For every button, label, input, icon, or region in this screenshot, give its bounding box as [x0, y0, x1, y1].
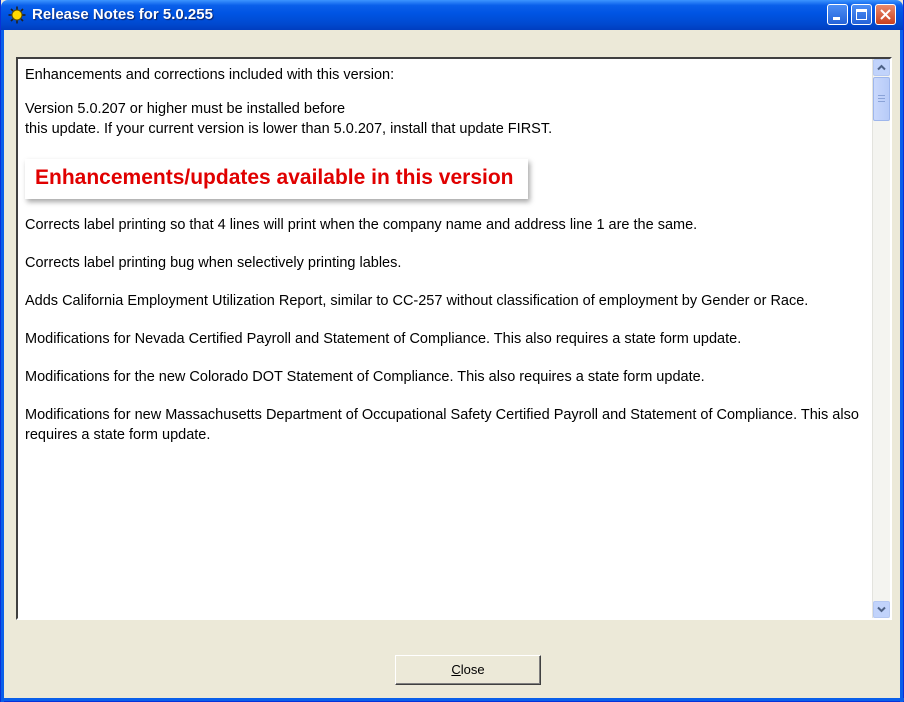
title-bar[interactable]: Release Notes for 5.0.255 — [1, 0, 903, 30]
release-notes-memo[interactable]: Enhancements and corrections included wi… — [16, 57, 892, 620]
requirement-line-1: Version 5.0.207 or higher must be instal… — [25, 101, 346, 117]
close-mnemonic: C — [451, 662, 461, 677]
note-item: Corrects label printing bug when selecti… — [25, 255, 402, 271]
notes-content: Enhancements and corrections included wi… — [25, 65, 865, 463]
scroll-down-button[interactable] — [873, 601, 890, 618]
enhancements-banner: Enhancements/updates available in this v… — [25, 159, 528, 199]
window-border-bottom — [1, 698, 904, 701]
note-item: Modifications for new Massachusetts Depa… — [25, 407, 859, 443]
memo-viewport: Enhancements and corrections included wi… — [18, 59, 874, 618]
note-item: Adds California Employment Utilization R… — [25, 293, 809, 309]
close-label: lose — [460, 662, 485, 677]
window-title: Release Notes for 5.0.255 — [32, 6, 213, 23]
window-border-right — [900, 30, 903, 702]
thumb-grip-line — [878, 95, 885, 96]
sun-icon — [8, 6, 26, 24]
note-item: Modifications for Nevada Certified Payro… — [25, 331, 742, 347]
close-window-button[interactable] — [875, 4, 896, 25]
minimize-icon — [833, 17, 840, 20]
note-item: Corrects label printing so that 4 lines … — [25, 217, 698, 233]
note-item: Modifications for the new Colorado DOT S… — [25, 369, 705, 385]
minimize-button[interactable] — [827, 4, 848, 25]
chevron-up-icon — [877, 64, 886, 71]
scroll-up-button[interactable] — [873, 59, 890, 76]
release-notes-window: Release Notes for 5.0.255 Enhancements a… — [0, 0, 904, 702]
window-border-left — [1, 30, 4, 702]
maximize-button[interactable] — [851, 4, 872, 25]
chevron-down-icon — [877, 606, 886, 613]
intro-text: Enhancements and corrections included wi… — [25, 67, 395, 83]
close-button[interactable]: Close — [395, 655, 541, 685]
thumb-grip-line — [878, 101, 885, 102]
requirement-line-2: this update. If your current version is … — [25, 121, 553, 137]
scroll-thumb[interactable] — [873, 77, 890, 121]
maximize-icon — [856, 9, 867, 20]
thumb-grip-line — [878, 98, 885, 99]
close-icon — [880, 9, 891, 20]
vertical-scrollbar[interactable] — [872, 59, 890, 618]
